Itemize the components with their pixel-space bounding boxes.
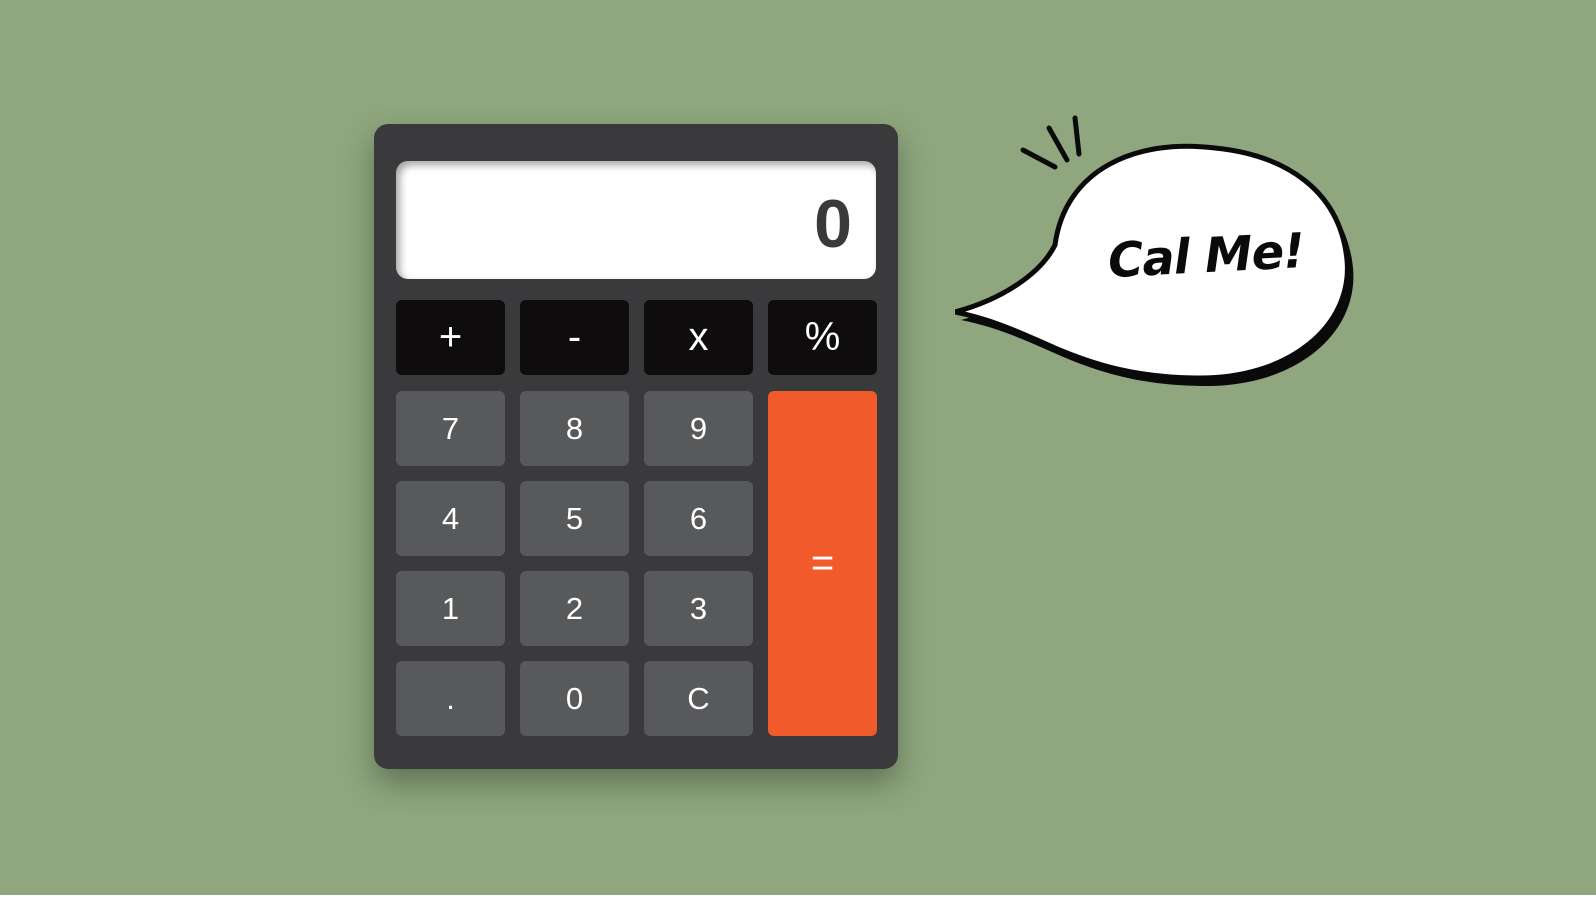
- speech-bubble-text: Cal Me!: [1106, 223, 1306, 290]
- emphasis-mark-3: [1072, 115, 1082, 157]
- emphasis-mark-2: [1046, 125, 1070, 163]
- equals-button[interactable]: =: [768, 391, 877, 736]
- digit-7-button[interactable]: 7: [396, 391, 505, 466]
- clear-button[interactable]: C: [644, 661, 753, 736]
- digit-9-button[interactable]: 9: [644, 391, 753, 466]
- digit-1-button[interactable]: 1: [396, 571, 505, 646]
- digit-8-button[interactable]: 8: [520, 391, 629, 466]
- digit-0-button[interactable]: 0: [520, 661, 629, 736]
- digit-6-button[interactable]: 6: [644, 481, 753, 556]
- digit-5-button[interactable]: 5: [520, 481, 629, 556]
- subtract-button[interactable]: -: [520, 300, 629, 375]
- digit-3-button[interactable]: 3: [644, 571, 753, 646]
- display-value: 0: [814, 186, 852, 262]
- calculator-display: 0: [396, 161, 876, 279]
- calculator: 0 + - x % 7 8 9 4 5 6 1 2 3 . 0 C =: [374, 124, 898, 769]
- digit-4-button[interactable]: 4: [396, 481, 505, 556]
- emphasis-mark-1: [1020, 147, 1058, 170]
- multiply-button[interactable]: x: [644, 300, 753, 375]
- digit-2-button[interactable]: 2: [520, 571, 629, 646]
- add-button[interactable]: +: [396, 300, 505, 375]
- decimal-button[interactable]: .: [396, 661, 505, 736]
- percent-button[interactable]: %: [768, 300, 877, 375]
